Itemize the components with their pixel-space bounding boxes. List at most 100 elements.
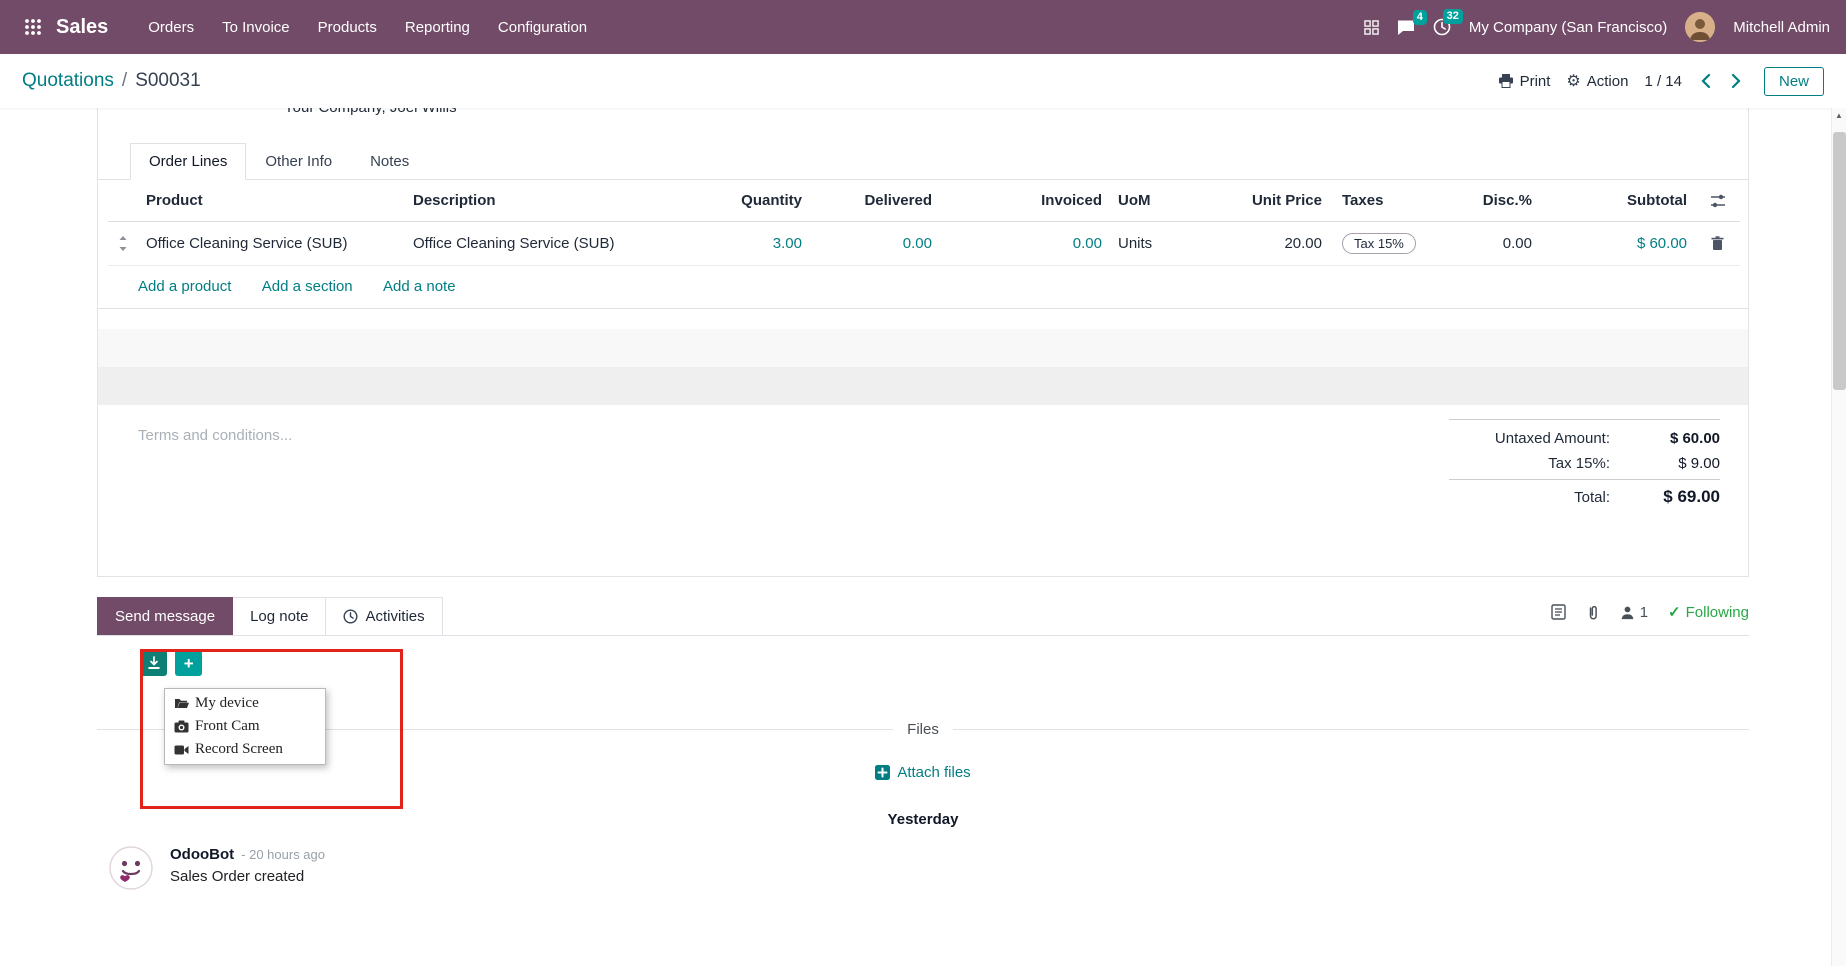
date-divider: Yesterday	[97, 811, 1749, 828]
total-label: Total:	[1449, 489, 1610, 506]
menu-reporting[interactable]: Reporting	[391, 0, 484, 54]
action-button[interactable]: ⚙ Action	[1566, 71, 1628, 91]
message-body: Sales Order created	[170, 868, 325, 885]
download-icon	[147, 656, 161, 670]
paperclip-icon	[1586, 604, 1600, 621]
attach-files-link[interactable]: Attach files	[97, 764, 1749, 781]
log-history-icon[interactable]	[1551, 604, 1566, 620]
col-taxes: Taxes	[1330, 180, 1470, 222]
odoobot-avatar	[109, 846, 153, 890]
order-line-row[interactable]: Office Cleaning Service (SUB) Office Cle…	[108, 222, 1740, 266]
send-message-button[interactable]: Send message	[97, 597, 233, 635]
tab-other-info[interactable]: Other Info	[246, 143, 351, 180]
untaxed-amount-value: $ 60.00	[1628, 430, 1720, 447]
add-a-product-link[interactable]: Add a product	[138, 278, 231, 295]
col-description: Description	[405, 180, 715, 222]
order-form-sheet: Your Company, Joel Willis Order Lines Ot…	[97, 108, 1749, 577]
pager[interactable]: 1 / 14	[1644, 73, 1682, 90]
pager-next-button[interactable]	[1729, 71, 1744, 91]
messages-badge: 4	[1413, 10, 1427, 25]
activities-button[interactable]: Activities	[326, 597, 442, 635]
attachment-source-dropdown: My device Front Cam Record Screen	[164, 688, 326, 765]
cell-taxes[interactable]: Tax 15%	[1330, 222, 1470, 266]
tab-notes[interactable]: Notes	[351, 143, 428, 180]
person-icon	[1620, 605, 1635, 620]
user-menu[interactable]: Mitchell Admin	[1733, 19, 1830, 36]
add-a-note-link[interactable]: Add a note	[383, 278, 456, 295]
col-invoiced: Invoiced	[940, 180, 1110, 222]
cell-delivered[interactable]: 0.00	[810, 222, 940, 266]
company-switcher[interactable]: My Company (San Francisco)	[1469, 19, 1667, 36]
scroll-up-arrow[interactable]: ▲	[1832, 108, 1846, 124]
composer-attach-row: + My device Front Cam	[97, 650, 1749, 676]
tax-tag[interactable]: Tax 15%	[1342, 233, 1416, 254]
clock-icon	[343, 609, 358, 624]
new-button[interactable]: New	[1764, 67, 1824, 96]
notebook-tabs: Order Lines Other Info Notes	[98, 143, 1748, 180]
cell-quantity[interactable]: 3.00	[715, 222, 810, 266]
dropdown-item-front-cam[interactable]: Front Cam	[165, 715, 325, 738]
breadcrumb-current: S00031	[135, 70, 201, 92]
untaxed-amount-label: Untaxed Amount:	[1449, 430, 1610, 447]
cell-invoiced[interactable]: 0.00	[940, 222, 1110, 266]
col-product: Product	[138, 180, 405, 222]
terms-placeholder[interactable]: Terms and conditions...	[138, 419, 292, 511]
camera-icon	[174, 720, 189, 733]
attachments-icon[interactable]	[1586, 604, 1600, 621]
cell-unit-price[interactable]: 20.00	[1200, 222, 1330, 266]
cell-product[interactable]: Office Cleaning Service (SUB)	[138, 222, 405, 266]
total-value: $ 69.00	[1628, 487, 1720, 507]
sliders-icon	[1710, 194, 1726, 208]
dropdown-item-my-device[interactable]: My device	[165, 692, 325, 715]
col-uom: UoM	[1110, 180, 1200, 222]
messages-icon[interactable]: 4	[1397, 19, 1415, 36]
menu-products[interactable]: Products	[304, 0, 391, 54]
menu-configuration[interactable]: Configuration	[484, 0, 601, 54]
tax-value: $ 9.00	[1628, 455, 1720, 472]
cell-disc[interactable]: 0.00	[1470, 222, 1540, 266]
board-icon[interactable]	[1364, 20, 1379, 35]
following-button[interactable]: ✓ Following	[1668, 603, 1749, 621]
table-header-row: Product Description Quantity Delivered I…	[108, 180, 1740, 222]
add-attachment-button[interactable]: +	[175, 650, 202, 676]
top-navbar: Sales Orders To Invoice Products Reporti…	[0, 0, 1846, 54]
breadcrumb-quotations[interactable]: Quotations	[22, 70, 114, 92]
tax-label: Tax 15%:	[1449, 455, 1610, 472]
message-author[interactable]: OdooBot	[170, 846, 234, 863]
menu-orders[interactable]: Orders	[134, 0, 208, 54]
message-timestamp: - 20 hours ago	[241, 847, 325, 862]
dropdown-item-record-screen[interactable]: Record Screen	[165, 738, 325, 761]
col-disc: Disc.%	[1470, 180, 1540, 222]
activities-clock-icon[interactable]: 32	[1433, 18, 1451, 36]
pager-previous-button[interactable]	[1698, 71, 1713, 91]
followers-button[interactable]: 1	[1620, 604, 1648, 621]
files-divider: Files	[97, 721, 1749, 738]
optional-columns-button[interactable]	[1695, 180, 1740, 222]
chatter-topbar: Send message Log note Activities	[97, 597, 1749, 636]
printer-icon	[1498, 73, 1514, 89]
grid-dots-icon	[24, 18, 42, 36]
menu-to-invoice[interactable]: To Invoice	[208, 0, 304, 54]
upload-file-button[interactable]	[140, 650, 167, 676]
user-avatar[interactable]	[1685, 12, 1715, 42]
col-quantity: Quantity	[715, 180, 810, 222]
log-note-button[interactable]: Log note	[233, 597, 326, 635]
add-a-section-link[interactable]: Add a section	[262, 278, 353, 295]
vertical-scrollbar[interactable]: ▲	[1831, 108, 1846, 966]
cell-uom[interactable]: Units	[1110, 222, 1200, 266]
print-button[interactable]: Print	[1498, 73, 1551, 90]
cell-description[interactable]: Office Cleaning Service (SUB)	[405, 222, 715, 266]
col-subtotal: Subtotal	[1540, 180, 1695, 222]
control-panel: Quotations / S00031 Print ⚙ Action 1 / 1…	[0, 54, 1846, 108]
video-icon	[174, 744, 189, 756]
scrollbar-thumb[interactable]	[1833, 132, 1846, 390]
tab-order-lines[interactable]: Order Lines	[130, 143, 246, 180]
apps-menu-icon[interactable]	[16, 10, 50, 44]
folder-open-icon	[174, 697, 189, 710]
drag-handle[interactable]	[108, 222, 138, 266]
main-menu: Orders To Invoice Products Reporting Con…	[134, 0, 601, 54]
app-name[interactable]: Sales	[56, 16, 108, 39]
delete-line-button[interactable]	[1695, 222, 1740, 266]
empty-row-white	[98, 309, 1748, 329]
totals-block: Untaxed Amount: $ 60.00 Tax 15%: $ 9.00 …	[1449, 419, 1720, 511]
